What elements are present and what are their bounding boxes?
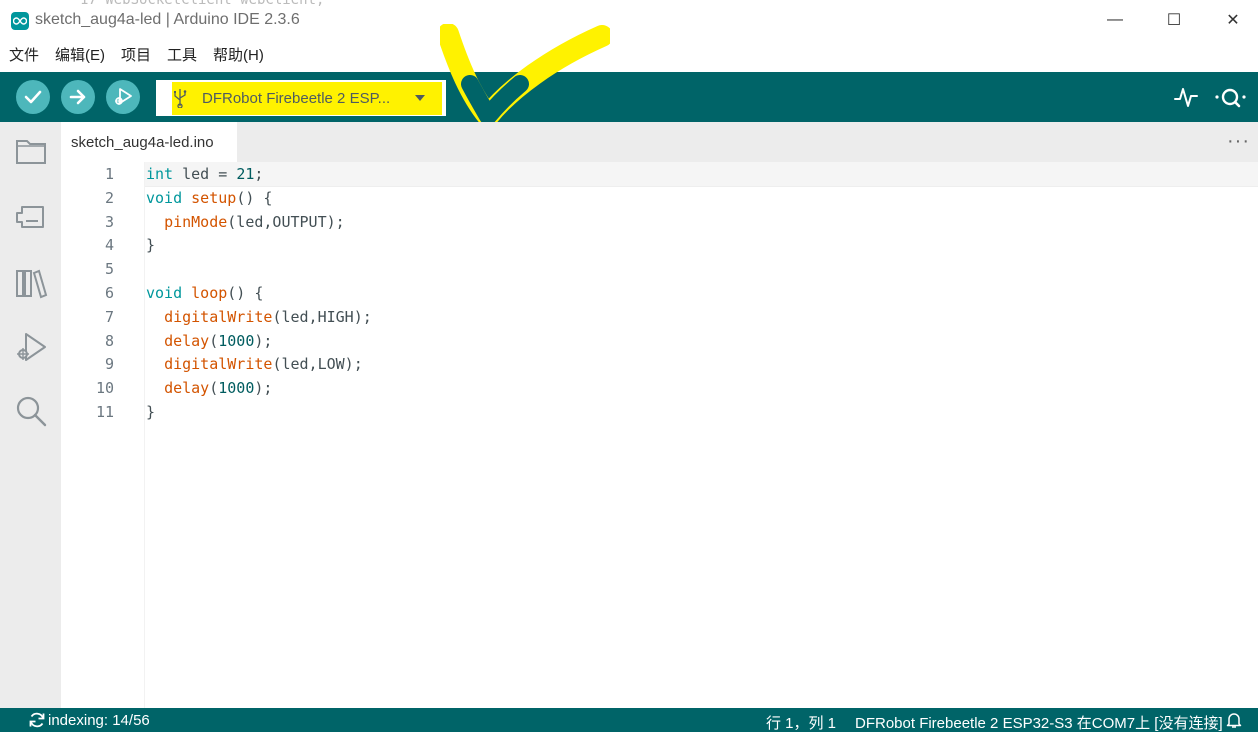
code-text: delay(1000);	[164, 379, 273, 398]
line-number: 6	[104, 284, 114, 302]
upload-icon	[69, 89, 86, 105]
menu-tools[interactable]: 工具	[158, 44, 204, 68]
board-selector-label: DFRobot Firebeetle 2 ESP...	[202, 90, 391, 107]
code-line[interactable]: 9 digitalWrite(led,LOW);	[61, 352, 1258, 376]
code-line[interactable]: 6 void loop() {	[61, 281, 1258, 305]
toolbar: DFRobot Firebeetle 2 ESP...	[0, 24, 1258, 124]
code-line[interactable]: 4}	[61, 233, 1258, 257]
code-line[interactable]: 11}	[61, 400, 1258, 424]
line-number: 1	[104, 165, 114, 183]
board-port-status[interactable]: DFRobot Firebeetle 2 ESP32-S3 在COM7上 [没有…	[855, 712, 1223, 733]
line-number: 8	[104, 331, 114, 350]
line-number: 11	[95, 403, 114, 421]
sync-icon	[29, 712, 45, 728]
board-manager-icon[interactable]	[14, 200, 48, 234]
board-selector[interactable]: DFRobot Firebeetle 2 ESP...	[156, 80, 446, 116]
code-text: void loop() {	[146, 284, 264, 302]
more-options-icon[interactable]: ···	[1227, 130, 1250, 153]
line-number: 7	[104, 307, 114, 326]
code-line[interactable]: 10 delay(1000);	[61, 376, 1258, 400]
verify-icon	[24, 90, 42, 104]
code-line[interactable]: 3 pinMode(led,OUTPUT);	[61, 210, 1258, 234]
library-icon[interactable]	[14, 266, 48, 300]
code-text: delay(1000);	[164, 331, 273, 350]
tab-bar: sketch_aug4a-led.ino ···	[61, 122, 1258, 162]
menu-file[interactable]: 文件	[0, 44, 46, 68]
arduino-logo-icon	[11, 12, 29, 30]
menu-sketch[interactable]: 项目	[112, 44, 158, 68]
code-text: }	[146, 236, 156, 255]
minimize-button[interactable]: —	[1100, 8, 1130, 32]
folder-icon[interactable]	[14, 134, 48, 168]
usb-icon	[174, 89, 187, 108]
line-number: 9	[104, 355, 114, 374]
debug-icon[interactable]	[14, 330, 48, 364]
code-line[interactable]: 8 delay(1000);	[61, 329, 1258, 353]
menu-help[interactable]: 帮助(H)	[204, 44, 271, 68]
line-number: 2	[104, 188, 114, 207]
close-button[interactable]: ✕	[1218, 8, 1248, 32]
code-line[interactable]: 5	[61, 257, 1258, 281]
line-number: 10	[95, 379, 114, 398]
code-text: digitalWrite(led,HIGH);	[164, 307, 372, 326]
code-editor[interactable]: 1 int led = 21; 2 void setup() { 3 pinMode(l…	[61, 162, 1258, 708]
indexing-status: indexing: 14/56	[48, 712, 150, 729]
line-number: 5	[104, 260, 114, 279]
menu-bar: 文件 编辑(E) 项目 工具 帮助(H)	[0, 44, 271, 68]
code-text: digitalWrite(led,LOW);	[164, 355, 363, 374]
code-line[interactable]: 1 int led = 21;	[61, 162, 1258, 186]
tab-sketch[interactable]: sketch_aug4a-led.ino	[61, 122, 237, 162]
notification-bell-icon[interactable]	[1226, 711, 1242, 729]
checkmark-annotation-icon	[440, 24, 610, 124]
code-line[interactable]: 7 digitalWrite(led,HIGH);	[61, 305, 1258, 329]
chevron-down-icon	[415, 95, 425, 101]
title-bar: 17 WebSocketClient webClient; sketch_aug…	[0, 0, 1258, 40]
verify-button[interactable]	[16, 80, 50, 114]
debug-button[interactable]	[106, 80, 140, 114]
code-text: pinMode(led,OUTPUT);	[164, 212, 345, 231]
code-line[interactable]: 2 void setup() {	[61, 186, 1258, 210]
background-code-line: 17 WebSocketClient webClient;	[80, 0, 325, 8]
line-number: 4	[104, 236, 114, 255]
code-text: }	[146, 403, 156, 421]
maximize-button[interactable]: ☐	[1159, 8, 1189, 32]
code-text: void setup() {	[146, 188, 273, 207]
serial-monitor-icon[interactable]	[1214, 84, 1248, 110]
serial-plotter-icon[interactable]	[1174, 84, 1198, 110]
upload-button[interactable]	[61, 80, 95, 114]
status-bar: indexing: 14/56 行 1，列 1 DFRobot Firebeet…	[0, 708, 1258, 732]
line-number: 3	[104, 212, 114, 231]
menu-edit[interactable]: 编辑(E)	[46, 44, 112, 68]
search-icon[interactable]	[14, 394, 48, 428]
window-title: sketch_aug4a-led | Arduino IDE 2.3.6	[35, 11, 300, 28]
debug-icon	[115, 88, 132, 105]
tab-label: sketch_aug4a-led.ino	[71, 134, 214, 151]
cursor-position[interactable]: 行 1，列 1	[766, 712, 836, 733]
code-text: int led = 21;	[146, 165, 264, 183]
left-sidebar	[0, 122, 62, 708]
